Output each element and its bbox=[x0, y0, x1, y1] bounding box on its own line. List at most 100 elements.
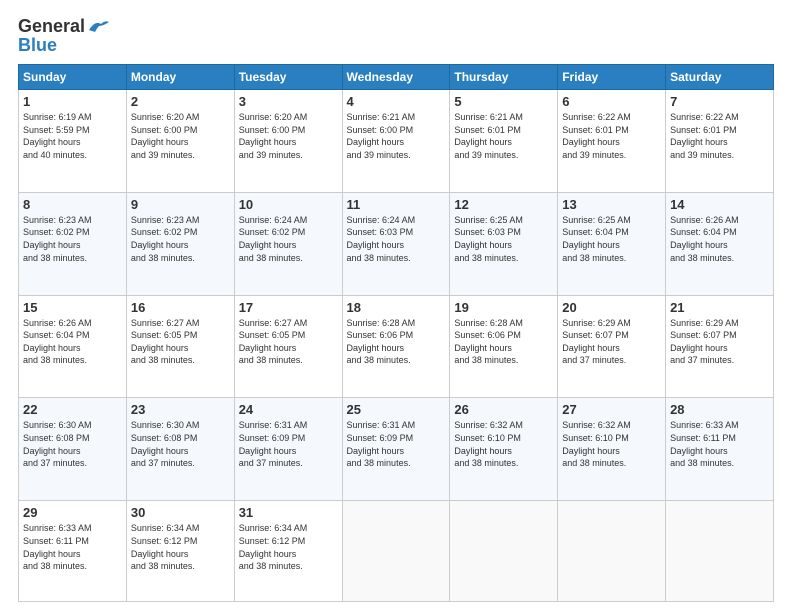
calendar-cell: 17 Sunrise: 6:27 AMSunset: 6:05 PMDaylig… bbox=[234, 295, 342, 398]
day-number: 20 bbox=[562, 300, 661, 315]
cell-info: Sunrise: 6:28 AMSunset: 6:06 PMDaylight … bbox=[347, 318, 416, 366]
calendar-cell bbox=[666, 501, 774, 602]
day-number: 9 bbox=[131, 197, 230, 212]
calendar-cell: 22 Sunrise: 6:30 AMSunset: 6:08 PMDaylig… bbox=[19, 398, 127, 501]
day-header-friday: Friday bbox=[558, 65, 666, 90]
calendar-cell: 16 Sunrise: 6:27 AMSunset: 6:05 PMDaylig… bbox=[126, 295, 234, 398]
calendar-cell: 6 Sunrise: 6:22 AMSunset: 6:01 PMDayligh… bbox=[558, 90, 666, 193]
cell-info: Sunrise: 6:32 AMSunset: 6:10 PMDaylight … bbox=[562, 420, 631, 468]
calendar-cell: 7 Sunrise: 6:22 AMSunset: 6:01 PMDayligh… bbox=[666, 90, 774, 193]
calendar-cell: 25 Sunrise: 6:31 AMSunset: 6:09 PMDaylig… bbox=[342, 398, 450, 501]
day-number: 2 bbox=[131, 94, 230, 109]
calendar-cell: 11 Sunrise: 6:24 AMSunset: 6:03 PMDaylig… bbox=[342, 192, 450, 295]
cell-info: Sunrise: 6:32 AMSunset: 6:10 PMDaylight … bbox=[454, 420, 523, 468]
calendar-cell: 14 Sunrise: 6:26 AMSunset: 6:04 PMDaylig… bbox=[666, 192, 774, 295]
day-number: 23 bbox=[131, 402, 230, 417]
calendar-cell bbox=[450, 501, 558, 602]
cell-info: Sunrise: 6:22 AMSunset: 6:01 PMDaylight … bbox=[562, 112, 631, 160]
day-number: 29 bbox=[23, 505, 122, 520]
cell-info: Sunrise: 6:24 AMSunset: 6:03 PMDaylight … bbox=[347, 215, 416, 263]
cell-info: Sunrise: 6:21 AMSunset: 6:00 PMDaylight … bbox=[347, 112, 416, 160]
cell-info: Sunrise: 6:29 AMSunset: 6:07 PMDaylight … bbox=[670, 318, 739, 366]
day-number: 1 bbox=[23, 94, 122, 109]
day-number: 15 bbox=[23, 300, 122, 315]
day-number: 19 bbox=[454, 300, 553, 315]
logo-blue-text: Blue bbox=[18, 35, 57, 56]
day-number: 22 bbox=[23, 402, 122, 417]
cell-info: Sunrise: 6:30 AMSunset: 6:08 PMDaylight … bbox=[131, 420, 200, 468]
calendar-cell: 28 Sunrise: 6:33 AMSunset: 6:11 PMDaylig… bbox=[666, 398, 774, 501]
day-number: 27 bbox=[562, 402, 661, 417]
day-number: 17 bbox=[239, 300, 338, 315]
cell-info: Sunrise: 6:30 AMSunset: 6:08 PMDaylight … bbox=[23, 420, 92, 468]
day-number: 16 bbox=[131, 300, 230, 315]
calendar-cell: 1 Sunrise: 6:19 AMSunset: 5:59 PMDayligh… bbox=[19, 90, 127, 193]
cell-info: Sunrise: 6:24 AMSunset: 6:02 PMDaylight … bbox=[239, 215, 308, 263]
day-header-wednesday: Wednesday bbox=[342, 65, 450, 90]
cell-info: Sunrise: 6:31 AMSunset: 6:09 PMDaylight … bbox=[239, 420, 308, 468]
cell-info: Sunrise: 6:20 AMSunset: 6:00 PMDaylight … bbox=[239, 112, 308, 160]
cell-info: Sunrise: 6:27 AMSunset: 6:05 PMDaylight … bbox=[131, 318, 200, 366]
day-header-sunday: Sunday bbox=[19, 65, 127, 90]
calendar-cell: 24 Sunrise: 6:31 AMSunset: 6:09 PMDaylig… bbox=[234, 398, 342, 501]
day-number: 10 bbox=[239, 197, 338, 212]
cell-info: Sunrise: 6:33 AMSunset: 6:11 PMDaylight … bbox=[670, 420, 739, 468]
day-number: 8 bbox=[23, 197, 122, 212]
cell-info: Sunrise: 6:34 AMSunset: 6:12 PMDaylight … bbox=[131, 523, 200, 571]
cell-info: Sunrise: 6:33 AMSunset: 6:11 PMDaylight … bbox=[23, 523, 92, 571]
calendar-cell: 27 Sunrise: 6:32 AMSunset: 6:10 PMDaylig… bbox=[558, 398, 666, 501]
day-header-monday: Monday bbox=[126, 65, 234, 90]
calendar-cell: 12 Sunrise: 6:25 AMSunset: 6:03 PMDaylig… bbox=[450, 192, 558, 295]
day-number: 4 bbox=[347, 94, 446, 109]
calendar-cell: 10 Sunrise: 6:24 AMSunset: 6:02 PMDaylig… bbox=[234, 192, 342, 295]
calendar-cell: 15 Sunrise: 6:26 AMSunset: 6:04 PMDaylig… bbox=[19, 295, 127, 398]
cell-info: Sunrise: 6:31 AMSunset: 6:09 PMDaylight … bbox=[347, 420, 416, 468]
header: General Blue bbox=[18, 16, 774, 56]
day-number: 31 bbox=[239, 505, 338, 520]
calendar-cell: 19 Sunrise: 6:28 AMSunset: 6:06 PMDaylig… bbox=[450, 295, 558, 398]
logo-bird-icon bbox=[87, 18, 109, 36]
cell-info: Sunrise: 6:20 AMSunset: 6:00 PMDaylight … bbox=[131, 112, 200, 160]
cell-info: Sunrise: 6:23 AMSunset: 6:02 PMDaylight … bbox=[131, 215, 200, 263]
day-number: 28 bbox=[670, 402, 769, 417]
cell-info: Sunrise: 6:19 AMSunset: 5:59 PMDaylight … bbox=[23, 112, 92, 160]
cell-info: Sunrise: 6:23 AMSunset: 6:02 PMDaylight … bbox=[23, 215, 92, 263]
calendar-cell: 18 Sunrise: 6:28 AMSunset: 6:06 PMDaylig… bbox=[342, 295, 450, 398]
cell-info: Sunrise: 6:25 AMSunset: 6:03 PMDaylight … bbox=[454, 215, 523, 263]
cell-info: Sunrise: 6:21 AMSunset: 6:01 PMDaylight … bbox=[454, 112, 523, 160]
cell-info: Sunrise: 6:28 AMSunset: 6:06 PMDaylight … bbox=[454, 318, 523, 366]
day-number: 18 bbox=[347, 300, 446, 315]
cell-info: Sunrise: 6:26 AMSunset: 6:04 PMDaylight … bbox=[23, 318, 92, 366]
calendar-cell: 20 Sunrise: 6:29 AMSunset: 6:07 PMDaylig… bbox=[558, 295, 666, 398]
calendar-cell: 8 Sunrise: 6:23 AMSunset: 6:02 PMDayligh… bbox=[19, 192, 127, 295]
cell-info: Sunrise: 6:22 AMSunset: 6:01 PMDaylight … bbox=[670, 112, 739, 160]
calendar-cell bbox=[342, 501, 450, 602]
day-number: 11 bbox=[347, 197, 446, 212]
calendar-cell: 4 Sunrise: 6:21 AMSunset: 6:00 PMDayligh… bbox=[342, 90, 450, 193]
calendar-cell: 5 Sunrise: 6:21 AMSunset: 6:01 PMDayligh… bbox=[450, 90, 558, 193]
calendar-cell: 13 Sunrise: 6:25 AMSunset: 6:04 PMDaylig… bbox=[558, 192, 666, 295]
cell-info: Sunrise: 6:29 AMSunset: 6:07 PMDaylight … bbox=[562, 318, 631, 366]
day-number: 12 bbox=[454, 197, 553, 212]
day-number: 30 bbox=[131, 505, 230, 520]
calendar-cell: 31 Sunrise: 6:34 AMSunset: 6:12 PMDaylig… bbox=[234, 501, 342, 602]
calendar-cell: 26 Sunrise: 6:32 AMSunset: 6:10 PMDaylig… bbox=[450, 398, 558, 501]
logo-general-text: General bbox=[18, 16, 85, 37]
logo: General Blue bbox=[18, 16, 109, 56]
day-number: 25 bbox=[347, 402, 446, 417]
day-number: 3 bbox=[239, 94, 338, 109]
calendar-table: SundayMondayTuesdayWednesdayThursdayFrid… bbox=[18, 64, 774, 602]
cell-info: Sunrise: 6:34 AMSunset: 6:12 PMDaylight … bbox=[239, 523, 308, 571]
day-number: 21 bbox=[670, 300, 769, 315]
calendar-cell: 23 Sunrise: 6:30 AMSunset: 6:08 PMDaylig… bbox=[126, 398, 234, 501]
calendar-cell bbox=[558, 501, 666, 602]
day-number: 6 bbox=[562, 94, 661, 109]
day-number: 26 bbox=[454, 402, 553, 417]
cell-info: Sunrise: 6:25 AMSunset: 6:04 PMDaylight … bbox=[562, 215, 631, 263]
day-number: 24 bbox=[239, 402, 338, 417]
cell-info: Sunrise: 6:27 AMSunset: 6:05 PMDaylight … bbox=[239, 318, 308, 366]
calendar-cell: 29 Sunrise: 6:33 AMSunset: 6:11 PMDaylig… bbox=[19, 501, 127, 602]
day-header-tuesday: Tuesday bbox=[234, 65, 342, 90]
calendar-cell: 30 Sunrise: 6:34 AMSunset: 6:12 PMDaylig… bbox=[126, 501, 234, 602]
calendar-cell: 2 Sunrise: 6:20 AMSunset: 6:00 PMDayligh… bbox=[126, 90, 234, 193]
